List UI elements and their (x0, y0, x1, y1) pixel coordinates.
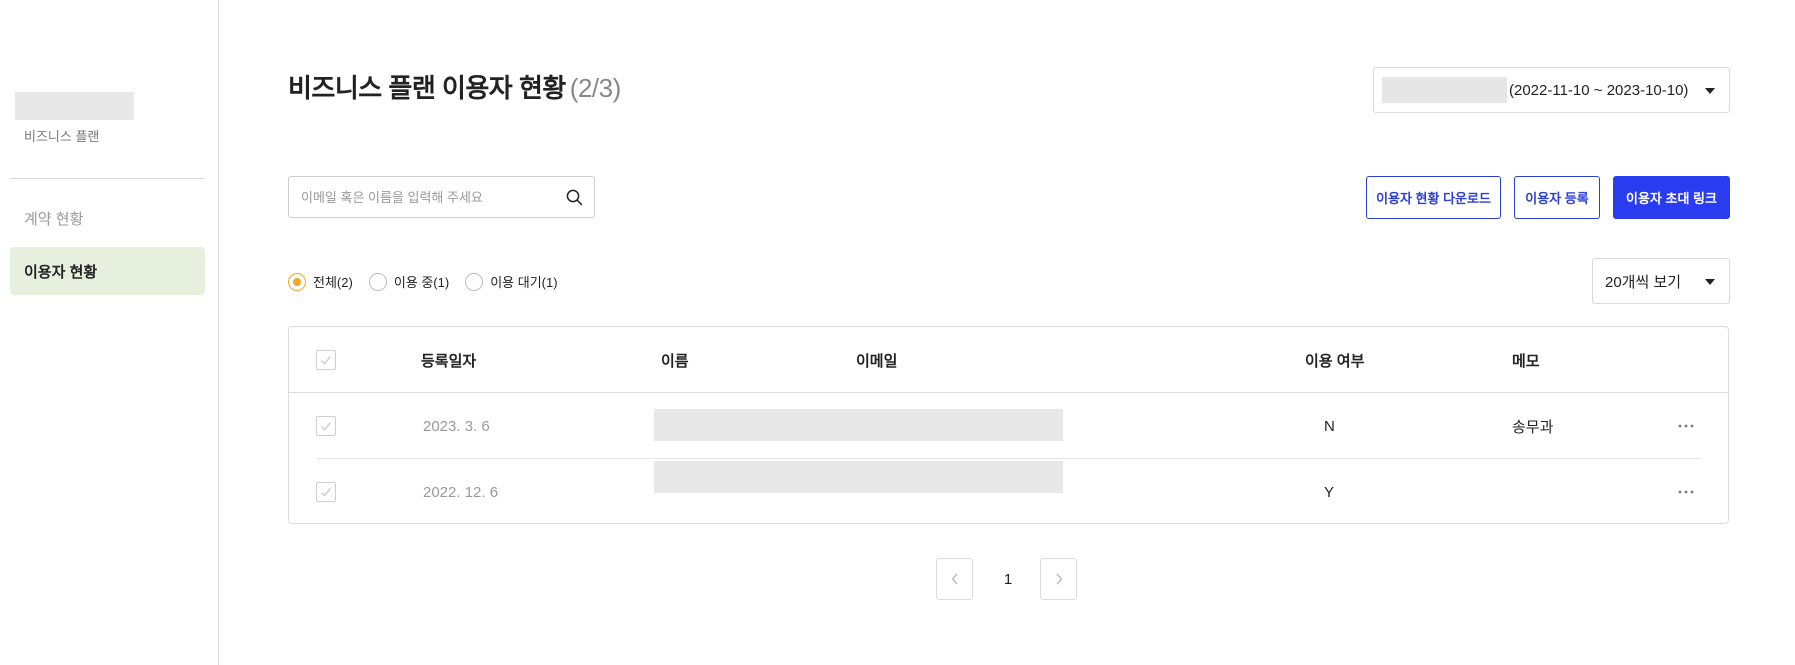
row-checkbox[interactable] (316, 416, 336, 436)
check-icon (320, 356, 332, 365)
select-all-checkbox[interactable] (316, 350, 336, 370)
filter-label-active: 이용 중(1) (393, 275, 450, 290)
user-table: 등록일자 이름 이메일 이용 여부 메모 2023. 3. 6 N 송무과 20… (288, 326, 1729, 524)
invite-link-button[interactable]: 이용자 초대 링크 (1613, 176, 1730, 219)
check-icon (320, 488, 332, 497)
user-count: (2/3) (569, 73, 621, 103)
page-size-select[interactable]: 20개씩 보기 (1592, 258, 1730, 304)
row-date: 2022. 12. 6 (423, 483, 499, 501)
pagination-next-button[interactable] (1040, 558, 1077, 600)
more-options-icon[interactable] (1676, 482, 1696, 502)
column-header-email[interactable]: 이메일 (856, 327, 897, 393)
org-plan-label: 비즈니스 플랜 (24, 129, 100, 144)
redacted-name-email (654, 461, 1063, 493)
chevron-left-icon (951, 573, 958, 585)
page-size-value: 20개씩 보기 (1605, 273, 1682, 291)
caret-down-icon (1705, 279, 1715, 285)
table-row: 2023. 3. 6 N 송무과 (289, 393, 1728, 459)
search-box (288, 176, 595, 218)
chevron-right-icon (1055, 573, 1062, 585)
pagination-page-number[interactable]: 1 (988, 558, 1028, 600)
contract-period-text: (2022-11-10 ~ 2023-10-10) (1509, 81, 1689, 99)
filter-radio-all[interactable]: 전체(2) (288, 272, 353, 291)
row-date: 2023. 3. 6 (423, 417, 490, 435)
column-header-name[interactable]: 이름 (661, 327, 689, 393)
status-filter-group: 전체(2) 이용 중(1) 이용 대기(1) (288, 272, 574, 291)
radio-unselected-icon (368, 272, 387, 291)
sidebar-item-user-status[interactable]: 이용자 현황 (10, 247, 205, 295)
page-title-text: 비즈니스 플랜 이용자 현황 (288, 73, 566, 103)
redacted-name-email (654, 409, 1063, 441)
filter-radio-active[interactable]: 이용 중(1) (368, 272, 450, 291)
radio-selected-icon (288, 272, 306, 291)
row-status: N (1324, 417, 1335, 435)
column-header-date[interactable]: 등록일자 (421, 327, 476, 393)
sidebar: 비즈니스 플랜 계약 현황 이용자 현황 (0, 0, 219, 665)
check-icon (320, 422, 332, 431)
contract-period-select[interactable]: (2022-11-10 ~ 2023-10-10) (1373, 67, 1730, 113)
sidebar-divider (10, 178, 205, 179)
row-checkbox[interactable] (316, 482, 336, 502)
download-user-status-button[interactable]: 이용자 현황 다운로드 (1366, 176, 1501, 219)
table-row: 2022. 12. 6 Y (289, 459, 1728, 525)
row-status: Y (1324, 483, 1335, 501)
table-header: 등록일자 이름 이메일 이용 여부 메모 (289, 327, 1728, 393)
search-input[interactable] (289, 177, 554, 217)
sidebar-item-contract-status[interactable]: 계약 현황 (10, 194, 205, 242)
row-memo: 송무과 (1512, 418, 1554, 436)
filter-label-all: 전체(2) (313, 275, 353, 290)
filter-radio-pending[interactable]: 이용 대기(1) (465, 272, 558, 291)
register-user-button[interactable]: 이용자 등록 (1514, 176, 1600, 219)
radio-unselected-icon (465, 272, 484, 291)
pagination-prev-button[interactable] (936, 558, 973, 600)
contract-name-placeholder (1382, 77, 1507, 103)
more-options-icon[interactable] (1676, 416, 1696, 436)
filter-label-pending: 이용 대기(1) (490, 275, 558, 290)
column-header-status[interactable]: 이용 여부 (1305, 327, 1364, 393)
search-icon[interactable] (554, 177, 594, 217)
column-header-memo[interactable]: 메모 (1512, 327, 1540, 393)
page-title: 비즈니스 플랜 이용자 현황 (2/3) (288, 68, 621, 105)
org-logo-placeholder (15, 92, 134, 120)
caret-down-icon (1705, 88, 1715, 94)
